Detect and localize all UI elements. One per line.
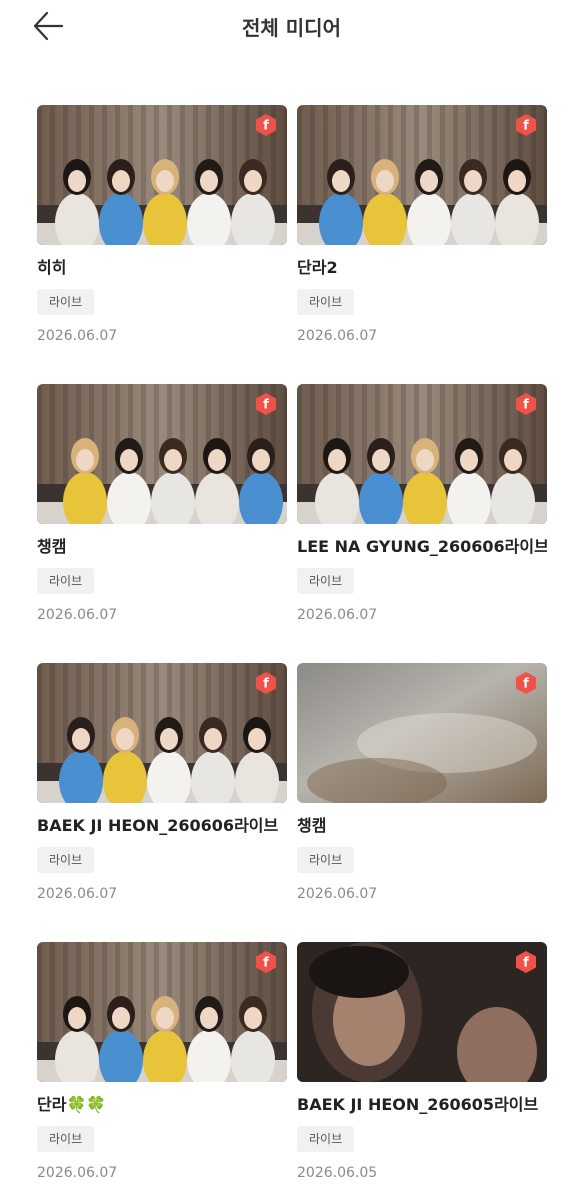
media-title: 단라2 xyxy=(297,258,338,277)
svg-text:f: f xyxy=(263,398,269,413)
media-type-tag: 라이브 xyxy=(37,847,95,873)
fromm-badge-icon: f xyxy=(516,951,536,973)
media-grid: f 히히 라이브 2026.06.07 f 단라2 라이브 2026.06.07… xyxy=(37,105,547,1200)
media-date: 2026.06.07 xyxy=(297,328,378,344)
fromm-badge-icon: f xyxy=(516,672,536,694)
media-thumbnail[interactable]: f xyxy=(297,384,547,524)
thumbnail-image xyxy=(297,663,547,803)
media-title: 챙캠 xyxy=(297,816,327,835)
thumbnail-image xyxy=(297,942,547,1082)
media-type-tag: 라이브 xyxy=(37,1126,95,1152)
media-title: 히히 xyxy=(37,258,67,277)
media-card[interactable]: f BAEK JI HEON_260606라이브 라이브 2026.06.07 xyxy=(37,663,287,942)
media-card[interactable]: f 히히 라이브 2026.06.07 xyxy=(37,105,287,384)
media-title: BAEK JI HEON_260605라이브 xyxy=(297,1095,539,1114)
fromm-badge-icon: f xyxy=(256,672,276,694)
svg-text:f: f xyxy=(523,956,529,971)
thumbnail-image xyxy=(297,384,547,524)
media-thumbnail[interactable]: f xyxy=(37,384,287,524)
fromm-badge-icon: f xyxy=(256,114,276,136)
media-title: 챙캠 xyxy=(37,537,67,556)
media-date: 2026.06.07 xyxy=(37,1165,118,1181)
fromm-badge-icon: f xyxy=(256,951,276,973)
media-type-tag: 라이브 xyxy=(297,289,355,315)
svg-text:f: f xyxy=(523,677,529,692)
fromm-badge-icon: f xyxy=(256,393,276,415)
svg-text:f: f xyxy=(263,956,269,971)
media-title: LEE NA GYUNG_260606라이브 xyxy=(297,537,547,556)
media-type-tag: 라이브 xyxy=(297,1126,355,1152)
media-date: 2026.06.05 xyxy=(297,1165,378,1181)
media-date: 2026.06.07 xyxy=(297,886,378,902)
media-type-tag: 라이브 xyxy=(297,847,355,873)
thumbnail-image xyxy=(37,105,287,245)
media-thumbnail[interactable]: f xyxy=(297,942,547,1082)
media-type-tag: 라이브 xyxy=(37,289,95,315)
media-card[interactable]: f 챙캠 라이브 2026.06.07 xyxy=(297,663,547,942)
media-title: BAEK JI HEON_260606라이브 xyxy=(37,816,279,835)
media-date: 2026.06.07 xyxy=(37,607,118,623)
thumbnail-image xyxy=(37,942,287,1082)
thumbnail-image xyxy=(37,663,287,803)
thumbnail-image xyxy=(297,105,547,245)
fromm-badge-icon: f xyxy=(516,393,536,415)
svg-text:f: f xyxy=(263,677,269,692)
svg-text:f: f xyxy=(263,119,269,134)
page-title: 전체 미디어 xyxy=(242,16,341,40)
media-title: 단라🍀🍀 xyxy=(37,1095,107,1114)
media-thumbnail[interactable]: f xyxy=(297,105,547,245)
media-type-tag: 라이브 xyxy=(37,568,95,594)
header: 전체 미디어 xyxy=(0,0,583,52)
svg-text:f: f xyxy=(523,119,529,134)
media-card[interactable]: f 단라🍀🍀 라이브 2026.06.07 xyxy=(37,942,287,1200)
media-type-tag: 라이브 xyxy=(297,568,355,594)
media-thumbnail[interactable]: f xyxy=(37,105,287,245)
media-card[interactable]: f BAEK JI HEON_260605라이브 라이브 2026.06.05 xyxy=(297,942,547,1200)
media-thumbnail[interactable]: f xyxy=(37,663,287,803)
fromm-badge-icon: f xyxy=(516,114,536,136)
media-date: 2026.06.07 xyxy=(37,886,118,902)
media-thumbnail[interactable]: f xyxy=(297,663,547,803)
media-card[interactable]: f 챙캠 라이브 2026.06.07 xyxy=(37,384,287,663)
media-card[interactable]: f LEE NA GYUNG_260606라이브 라이브 2026.06.07 xyxy=(297,384,547,663)
media-card[interactable]: f 단라2 라이브 2026.06.07 xyxy=(297,105,547,384)
media-date: 2026.06.07 xyxy=(297,607,378,623)
thumbnail-image xyxy=(37,384,287,524)
media-thumbnail[interactable]: f xyxy=(37,942,287,1082)
svg-text:f: f xyxy=(523,398,529,413)
media-date: 2026.06.07 xyxy=(37,328,118,344)
